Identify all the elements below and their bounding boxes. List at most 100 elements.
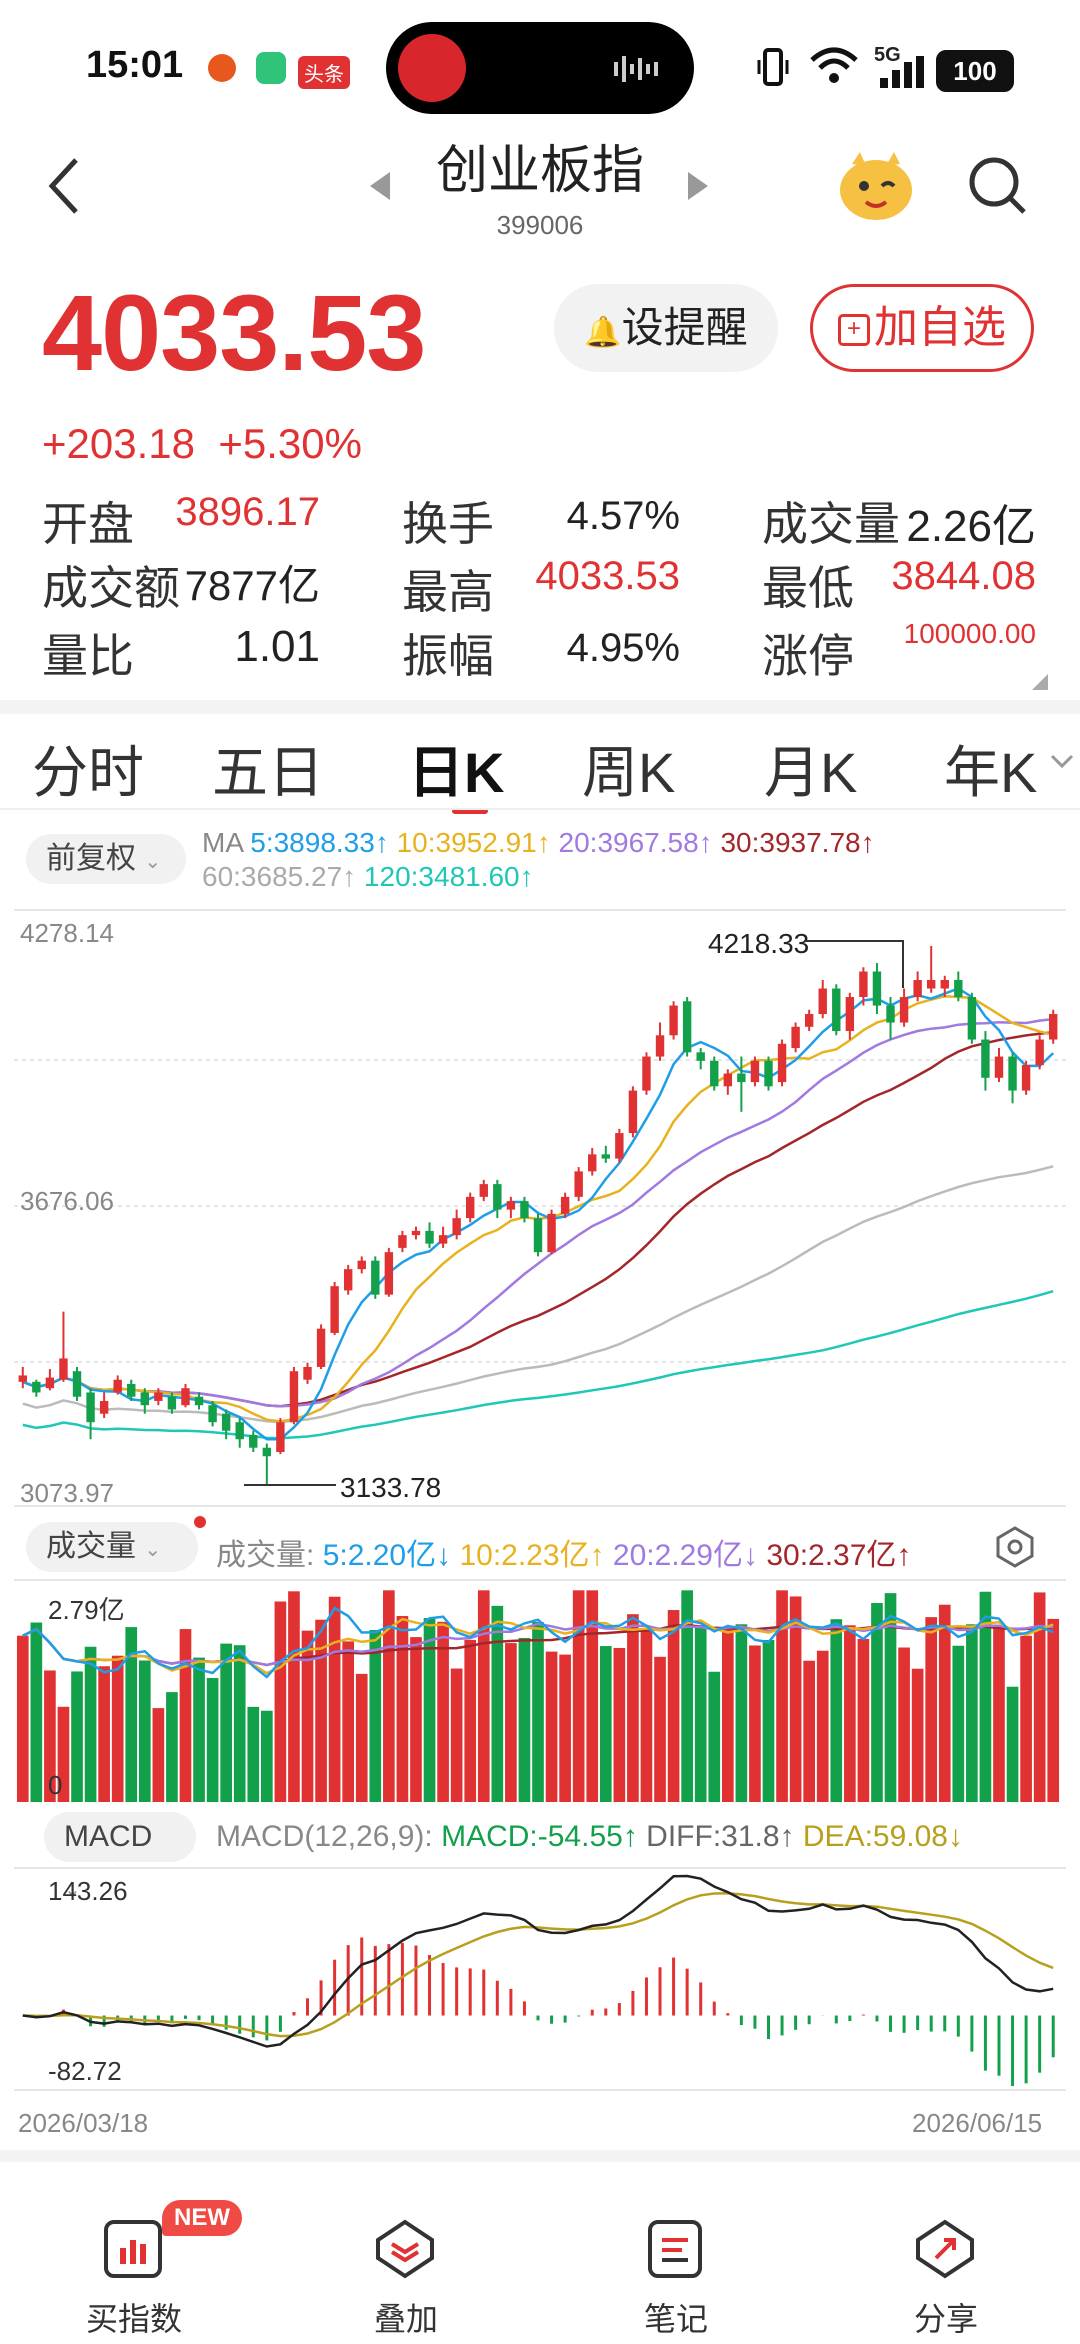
volume-bar — [423, 1618, 436, 1802]
add-watchlist-button[interactable]: + 加自选 — [810, 284, 1034, 372]
volume-bar — [152, 1708, 165, 1802]
macd-dropdown[interactable]: MACD ⌄ — [44, 1812, 196, 1901]
volume-bar — [857, 1638, 870, 1802]
volume-bar — [667, 1610, 680, 1802]
vibrate-icon — [757, 48, 789, 86]
dea-value: DEA:59.08↓ — [802, 1820, 963, 1853]
volume-bar — [1047, 1618, 1060, 1802]
vol-ma30: 30:2.37亿↑ — [766, 1539, 912, 1572]
mascot-icon[interactable] — [836, 150, 916, 222]
candle-body — [357, 1260, 366, 1270]
battery-indicator: 100 — [936, 50, 1014, 92]
macd-value: MACD:-54.55↑ — [441, 1820, 638, 1853]
volume-bar — [328, 1596, 341, 1802]
candle-body — [506, 1201, 516, 1210]
volume-bar — [288, 1591, 300, 1802]
next-index-icon[interactable] — [686, 170, 710, 202]
candle-body — [1021, 1065, 1031, 1091]
chevron-down-icon[interactable] — [1050, 754, 1074, 770]
tab-daily-k[interactable]: 日K — [408, 728, 504, 809]
volume-bar — [708, 1671, 721, 1802]
candle-body — [425, 1230, 434, 1244]
volume-bar — [993, 1627, 1005, 1802]
candle-body — [615, 1133, 624, 1159]
tab-intraday[interactable]: 分时 — [32, 728, 144, 809]
tab-yearly-k[interactable]: 年K — [944, 728, 1037, 809]
value-amount: 7877亿 — [184, 562, 320, 609]
nav-share[interactable]: 分享 — [856, 2184, 1036, 2337]
expand-corner-icon[interactable] — [1030, 672, 1050, 692]
volume-bar — [938, 1604, 951, 1802]
candle-body — [737, 1073, 746, 1083]
set-alert-button[interactable]: 🔔设提醒 — [554, 284, 778, 372]
candle-body — [1035, 1039, 1044, 1066]
volume-bar — [410, 1637, 422, 1802]
candle-body — [276, 1422, 285, 1452]
volume-axis-bottom: 0 — [48, 1770, 63, 1800]
nav-buy-index-label: 买指数 — [85, 2301, 182, 2337]
tab-five-day[interactable]: 五日 — [212, 728, 324, 809]
nav-overlay[interactable]: 叠加 — [316, 2184, 496, 2337]
date-end: 2026/06/15 — [912, 2108, 1043, 2138]
candle-body — [371, 1260, 380, 1295]
volume-chart[interactable] — [0, 1576, 1080, 1804]
kline-chart[interactable] — [0, 906, 1080, 1512]
candle-body — [940, 980, 949, 989]
volume-dropdown[interactable]: 成交量 ⌄ — [26, 1522, 198, 1572]
layers-icon — [376, 2219, 434, 2279]
label-high: 最高 — [402, 566, 494, 618]
volume-bar — [1033, 1592, 1046, 1802]
notification-badge-toutiao: 头条 — [298, 56, 350, 89]
candle-body — [791, 1026, 800, 1049]
index-code: 399006 — [496, 210, 584, 240]
volume-bar — [450, 1668, 463, 1802]
volume-bar — [505, 1643, 517, 1802]
nav-buy-index[interactable]: 买指数 NEW — [44, 2184, 242, 2337]
candle-body — [113, 1379, 122, 1393]
volume-axis-top: 2.79亿 — [48, 1595, 125, 1625]
candle-body — [723, 1073, 733, 1087]
volume-bar — [844, 1625, 856, 1802]
chart-doc-icon — [104, 2220, 162, 2278]
volume-bar — [613, 1647, 626, 1802]
low-marker-line — [244, 1484, 336, 1486]
volume-title: 成交量 — [46, 1530, 136, 1563]
value-turnover: 4.57% — [566, 494, 680, 538]
tab-weekly-k[interactable]: 周K — [582, 728, 675, 809]
settings-icon[interactable] — [994, 1526, 1036, 1568]
volume-bar — [654, 1656, 666, 1802]
date-start: 2026/03/18 — [18, 2108, 149, 2138]
candle-body — [886, 1005, 895, 1023]
value-limit-up: 100000.00 — [903, 618, 1036, 649]
volume-bar — [599, 1646, 612, 1802]
search-icon[interactable] — [966, 154, 1030, 218]
value-low: 3844.08 — [891, 554, 1036, 598]
candle-body — [520, 1201, 529, 1219]
candle-body — [262, 1447, 272, 1457]
price-change: +203.18 +5.30% — [42, 420, 362, 468]
tab-monthly-k[interactable]: 月K — [764, 728, 857, 809]
candle-body — [818, 988, 827, 1015]
label-turnover: 换手 — [402, 498, 494, 550]
candle-body — [777, 1043, 787, 1083]
volume-bar — [627, 1614, 639, 1802]
chevron-down-icon: ⌄ — [144, 851, 162, 873]
candle-body — [249, 1434, 258, 1448]
kline-axis-bottom: 3073.97 — [20, 1478, 114, 1508]
volume-bar — [572, 1590, 585, 1802]
ma10-value: 10:3952.91↑ — [396, 827, 551, 858]
label-limit-up: 涨停 — [762, 630, 854, 682]
candle-body — [99, 1400, 109, 1414]
value-open: 3896.17 — [175, 490, 320, 534]
ma120-line — [22, 1289, 1054, 1440]
volume-bar — [816, 1650, 829, 1802]
candle-body — [154, 1392, 163, 1401]
label-amplitude: 振幅 — [402, 630, 494, 682]
volume-bar — [206, 1677, 219, 1802]
adjust-dropdown[interactable]: 前复权 ⌄ — [26, 834, 186, 884]
macd-chart[interactable] — [0, 1864, 1080, 2094]
candle-body — [642, 1056, 651, 1091]
nav-notes[interactable]: 笔记 — [586, 2184, 766, 2337]
macd-axis-top: 143.26 — [48, 1876, 128, 1906]
set-alert-label: 设提醒 — [621, 304, 748, 351]
